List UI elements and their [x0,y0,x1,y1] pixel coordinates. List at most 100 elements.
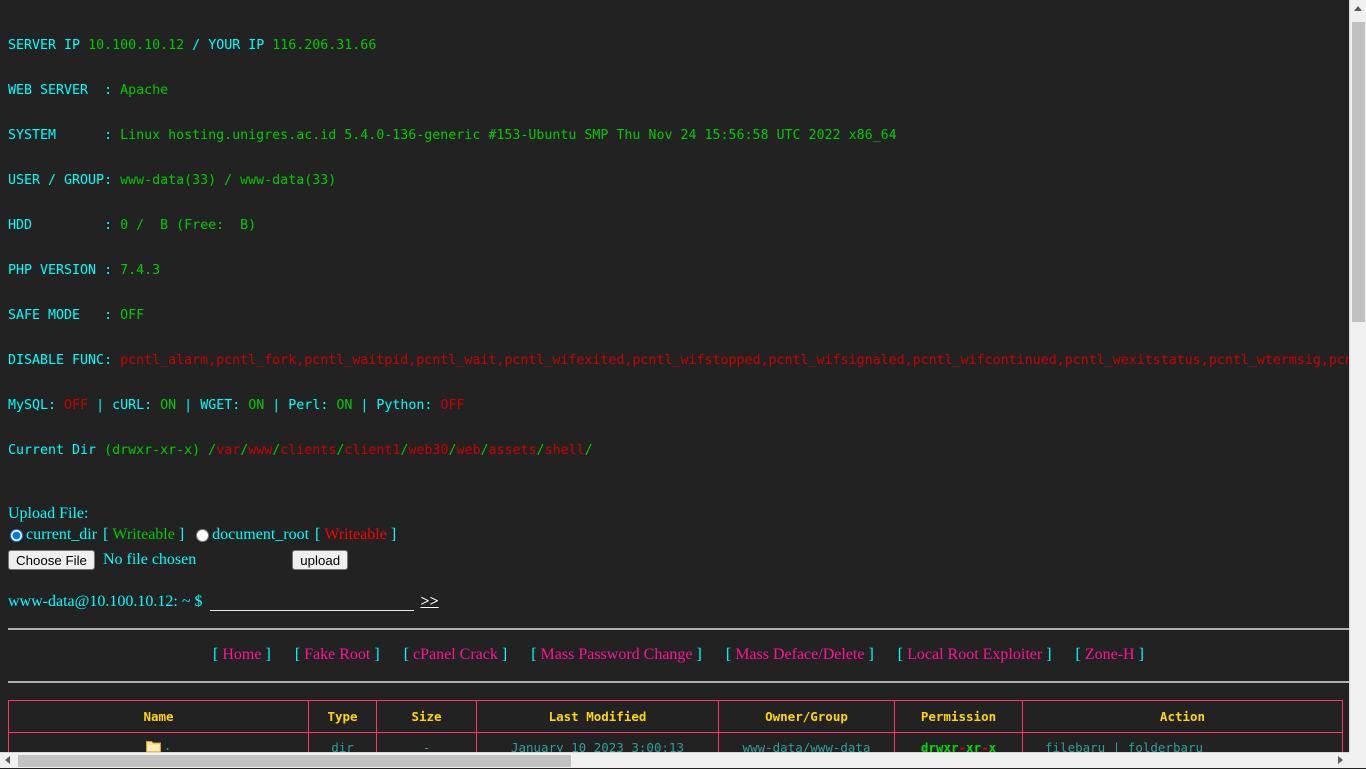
path-separator: / [585,443,593,458]
folder-icon [146,736,161,752]
server-info-block: SERVER IP 10.100.10.12 / YOUR IP 116.206… [8,8,1349,488]
divider-bottom [8,681,1349,683]
info-line-server-ip: SERVER IP 10.100.10.12 / YOUR IP 116.206… [8,38,1349,53]
system-value: Linux hosting.unigres.ac.id 5.4.0-136-ge… [120,128,897,143]
bracket-open-1: [ [103,525,108,545]
bracket-open-2: [ [315,525,320,545]
curl-value: ON [160,398,176,413]
column-header-action[interactable]: Action [1023,701,1343,733]
column-header-permission[interactable]: Permission [895,701,1023,733]
path-segment-client1[interactable]: client1 [344,443,400,458]
vertical-scrollbar-thumb[interactable] [1352,22,1365,322]
radio-document-root[interactable] [196,529,209,542]
info-line-user-group: USER / GROUP: www-data(33) / www-data(33… [8,173,1349,188]
web-server-value: Apache [120,83,168,98]
current-dir-label: Current Dir [8,443,104,458]
page-content: SERVER IP 10.100.10.12 / YOUR IP 116.206… [0,0,1349,752]
upload-section: Upload File: current_dir [ Writeable ] d… [8,504,1349,571]
perl-value: ON [336,398,352,413]
column-header-name[interactable]: Name [9,701,309,733]
upload-button[interactable]: upload [292,550,348,570]
terminal-prompt: www-data@10.100.10.12: ~ $ [8,593,202,611]
cell-owner-group: www-data/www-data [719,733,895,753]
server-ip-value: 10.100.10.12 [88,38,184,53]
path-separator: / [208,443,216,458]
terminal-command-input[interactable] [210,591,414,611]
bracket-open: [ [898,646,907,663]
column-header-size[interactable]: Size [377,701,477,733]
bracket-close: ] [693,646,702,663]
nav-link-mass-password-change[interactable]: [ Mass Password Change ] [531,646,702,663]
nav-link-mass-deface-delete[interactable]: [ Mass Deface/Delete ] [726,646,874,663]
nav-link-cpanel-crack[interactable]: [ cPanel Crack ] [404,646,508,663]
bracket-open: [ [213,646,222,663]
upload-destination-options: current_dir [ Writeable ] document_root … [8,525,1349,545]
bracket-close: ] [370,646,379,663]
nav-link-local-root-exploiter[interactable]: [ Local Root Exploiter ] [898,646,1052,663]
path-segment-clients[interactable]: clients [280,443,336,458]
bracket-close: ] [498,646,507,663]
nav-link-label: Mass Deface/Delete [735,646,864,663]
table-header-row: NameTypeSizeLast ModifiedOwner/GroupPerm… [9,701,1343,733]
nav-link-label: cPanel Crack [413,646,498,663]
horizontal-scrollbar-thumb[interactable] [18,755,571,767]
bracket-close: ] [1042,646,1051,663]
choose-file-button[interactable]: Choose File [8,550,95,570]
nav-link-zone-h[interactable]: [ Zone-H ] [1076,646,1144,663]
bracket-open: [ [404,646,413,663]
radio-current-dir[interactable] [10,529,23,542]
current-dir-path[interactable]: /var/www/clients/client1/web30/web/asset… [208,443,592,458]
file-manager-table: NameTypeSizeLast ModifiedOwner/GroupPerm… [8,700,1343,752]
cell-name[interactable]: . [9,733,309,753]
nav-link-label: Fake Root [304,646,370,663]
disable-func-value: pcntl_alarm,pcntl_fork,pcntl_waitpid,pcn… [120,353,1349,368]
scroll-up-arrow-icon[interactable] [1350,0,1366,17]
nav-link-fake-root[interactable]: [ Fake Root ] [295,646,380,663]
info-line-current-dir: Current Dir (drwxr-xr-x) /var/www/client… [8,443,1349,458]
bracket-open: [ [1076,646,1085,663]
scroll-right-arrow-icon[interactable] [1333,753,1349,769]
php-version-label: PHP VERSION : [8,263,120,278]
upload-title: Upload File: [8,504,1349,524]
nav-link-label: Zone-H [1085,646,1135,663]
selected-file-name: No file chosen [103,550,196,570]
bracket-close: ] [1135,646,1144,663]
mysql-label: MySQL: [8,398,64,413]
terminal-submit-button[interactable]: >> [420,593,438,611]
column-header-type[interactable]: Type [309,701,377,733]
python-value: OFF [440,398,464,413]
column-header-last-modified[interactable]: Last Modified [477,701,719,733]
column-header-owner-group[interactable]: Owner/Group [719,701,895,733]
info-line-disable-func: DISABLE FUNC: pcntl_alarm,pcntl_fork,pcn… [8,353,1349,368]
cell-type: dir [309,733,377,753]
wget-value: ON [248,398,264,413]
nav-link-label: Mass Password Change [541,646,693,663]
scroll-left-arrow-icon[interactable] [0,753,16,769]
horizontal-scrollbar[interactable] [0,752,1349,768]
perl-label: Perl: [288,398,336,413]
path-segment-web30[interactable]: web30 [408,443,448,458]
info-line-web-server: WEB SERVER : Apache [8,83,1349,98]
path-segment-var[interactable]: var [216,443,240,458]
vertical-scrollbar[interactable] [1349,0,1366,768]
radio-document-root-label: document_root [212,525,309,545]
action-separator: | [1105,740,1128,753]
safe-mode-value: OFF [120,308,144,323]
cell-permission[interactable]: drwxr-xr-x [895,733,1023,753]
action-filebaru[interactable]: filebaru [1045,740,1105,753]
path-segment-www[interactable]: www [248,443,272,458]
file-link[interactable]: . [164,738,172,752]
path-segment-shell[interactable]: shell [545,443,585,458]
divider-top [8,628,1349,630]
info-line-system: SYSTEM : Linux hosting.unigres.ac.id 5.4… [8,128,1349,143]
user-group-label: USER / GROUP: [8,173,120,188]
action-folderbaru[interactable]: folderbaru [1128,740,1203,753]
nav-link-home[interactable]: [ Home ] [213,646,271,663]
bracket-close: ] [864,646,873,663]
bracket-close: ] [261,646,270,663]
info-line-safe-mode: SAFE MODE : OFF [8,308,1349,323]
nav-link-label: Home [222,646,261,663]
path-segment-web[interactable]: web [456,443,480,458]
path-segment-assets[interactable]: assets [489,443,537,458]
system-label: SYSTEM : [8,128,120,143]
